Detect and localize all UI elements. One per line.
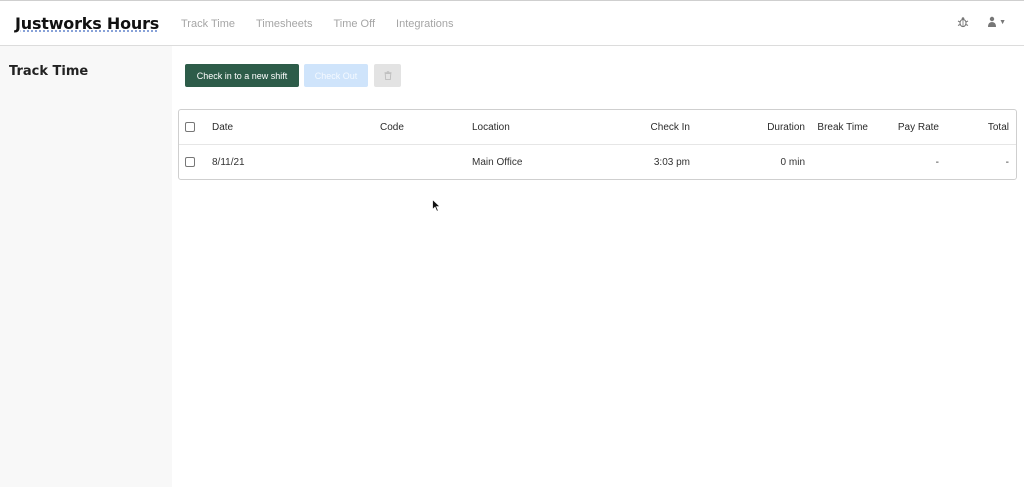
row-pay-rate: - <box>935 157 939 168</box>
check-in-button[interactable]: Check in to a new shift <box>185 64 299 87</box>
row-duration: 0 min <box>780 157 805 168</box>
column-header-check-in[interactable]: Check In <box>651 122 690 133</box>
nav-track-time[interactable]: Track Time <box>181 18 235 30</box>
column-header-pay-rate[interactable]: Pay Rate <box>898 122 939 133</box>
top-navbar: Justworks Hours Track Time Timesheets Ti… <box>0 0 1024 46</box>
header-actions: ▼ <box>957 16 1006 28</box>
row-checkbox[interactable] <box>185 157 195 167</box>
sidebar: Track Time <box>0 46 172 487</box>
main-nav: Track Time Timesheets Time Off Integrati… <box>181 18 454 30</box>
column-header-duration[interactable]: Duration <box>767 122 805 133</box>
column-header-break-time[interactable]: Break Time <box>817 122 868 133</box>
column-header-location[interactable]: Location <box>472 122 510 133</box>
bug-icon[interactable] <box>957 16 969 28</box>
delete-button[interactable] <box>374 64 401 87</box>
row-check-in: 3:03 pm <box>653 157 690 168</box>
brand-logo[interactable]: Justworks Hours <box>15 14 159 33</box>
trash-icon <box>384 71 391 80</box>
user-menu-icon[interactable]: ▼ <box>987 16 1006 28</box>
row-location: Main Office <box>472 157 523 168</box>
table-row[interactable]: 8/11/21 Main Office 3:03 pm 0 min - - <box>179 145 1016 180</box>
row-total: - <box>1005 157 1009 168</box>
column-header-total[interactable]: Total <box>988 122 1009 133</box>
select-all-checkbox[interactable] <box>185 122 195 132</box>
shifts-table: Date Code Location Check In Duration Bre… <box>178 109 1017 180</box>
nav-timesheets[interactable]: Timesheets <box>256 18 312 30</box>
column-header-date[interactable]: Date <box>212 122 233 133</box>
table-header-row: Date Code Location Check In Duration Bre… <box>179 110 1016 145</box>
mouse-pointer-icon <box>432 199 441 212</box>
chevron-down-icon: ▼ <box>999 18 1006 26</box>
column-header-code[interactable]: Code <box>380 122 404 133</box>
page-title: Track Time <box>9 64 89 79</box>
row-date: 8/11/21 <box>212 157 245 168</box>
nav-time-off[interactable]: Time Off <box>333 18 375 30</box>
nav-integrations[interactable]: Integrations <box>396 18 453 30</box>
check-out-button[interactable]: Check Out <box>304 64 368 87</box>
